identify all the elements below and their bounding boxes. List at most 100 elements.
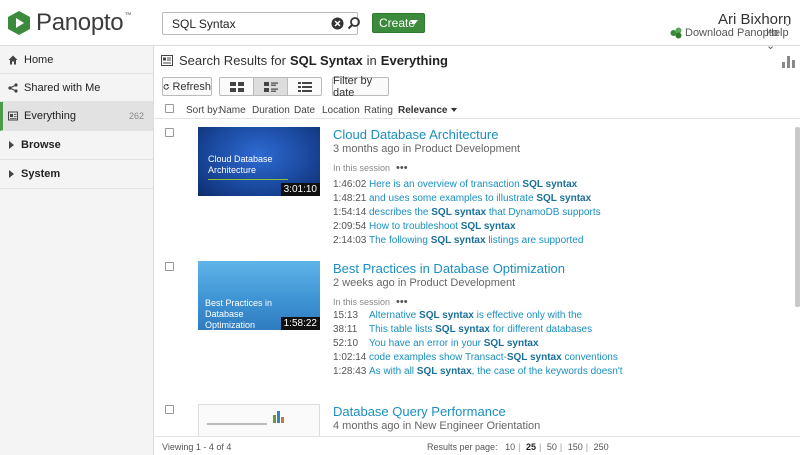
session-thumbnail[interactable] (198, 404, 320, 436)
hit-text: The following (369, 235, 431, 246)
rpp-option-10[interactable]: 10 (505, 442, 515, 452)
hit-text: is effective only with the (473, 310, 583, 321)
grid-view-icon (229, 81, 244, 92)
search-hit[interactable]: 1:28:43 As with all SQL syntax, the case … (333, 366, 623, 377)
sidebar-item-label: Home (24, 53, 54, 66)
rpp-option-150[interactable]: 150 (568, 442, 583, 452)
sort-location[interactable]: Location (322, 105, 360, 116)
result-title-link[interactable]: Best Practices in Database Optimization (333, 261, 565, 276)
download-panopto-link[interactable]: Download Panopto (670, 27, 778, 39)
refresh-button[interactable]: Refresh (162, 77, 212, 96)
results-query: SQL Syntax (289, 53, 363, 68)
search-box (162, 12, 361, 35)
list-view-button[interactable] (288, 78, 321, 95)
bar-chart-icon[interactable] (782, 56, 795, 68)
result-title-link[interactable]: Cloud Database Architecture (333, 127, 498, 142)
search-icon[interactable] (347, 16, 361, 30)
session-thumbnail[interactable]: Cloud Database Architecture 3:01:10 (198, 127, 320, 196)
filter-by-date-button[interactable]: Filter by date (332, 75, 389, 99)
more-options-icon[interactable]: ••• (396, 162, 408, 174)
hit-text: describes the (369, 207, 432, 218)
more-options-icon[interactable]: ••• (396, 296, 408, 308)
sort-bar: Sort by: Name Duration Date Location Rat… (154, 101, 800, 119)
result-checkbox[interactable] (165, 128, 174, 137)
hit-text: You have an error in your (369, 338, 484, 349)
result-checkbox[interactable] (165, 405, 174, 414)
search-result: Database Query Performance 4 months ago … (154, 404, 798, 436)
panopto-logo[interactable]: Panopto ™ (6, 9, 131, 37)
sort-relevance[interactable]: Relevance (398, 105, 458, 116)
rpp-option-25[interactable]: 25 (526, 442, 536, 452)
search-hit[interactable]: 1:48:21 and uses some examples to illustr… (333, 193, 591, 204)
panopto-logo-icon (8, 11, 30, 35)
sidebar-item-shared[interactable]: Shared with Me (0, 74, 153, 102)
sort-rating[interactable]: Rating (364, 105, 393, 116)
hit-term: SQL syntax (506, 352, 562, 363)
search-hit[interactable]: 2:09:54 How to troubleshoot SQL syntax (333, 221, 516, 232)
sidebar: Home Shared with Me Everything 262 Brows… (0, 46, 154, 455)
session-thumbnail[interactable]: Best Practices in Database Optimization … (198, 261, 320, 330)
hit-text: , the case of the keywords doesn't (471, 366, 623, 377)
thumbnail-chart-graphic (273, 409, 285, 423)
logo-trademark: ™ (124, 12, 132, 19)
duration-badge: 1:58:22 (280, 317, 320, 330)
sort-name[interactable]: Name (219, 105, 246, 116)
result-meta: 4 months ago in New Engineer Orientation (333, 420, 541, 432)
search-hit[interactable]: 52:10 You have an error in your SQL synta… (333, 338, 539, 349)
search-input[interactable] (163, 13, 323, 34)
sidebar-item-count: 262 (128, 111, 144, 121)
sidebar-item-browse[interactable]: Browse (0, 131, 153, 160)
caret-down-icon (451, 108, 458, 112)
hit-timestamp: 1:48:21 (333, 193, 367, 204)
sort-duration[interactable]: Duration (252, 105, 290, 116)
hit-text: listings are supported (485, 235, 584, 246)
hit-text: As with all (369, 366, 417, 377)
hit-term: SQL syntax (431, 207, 487, 218)
hit-text: code examples show Transact- (369, 352, 507, 363)
sidebar-item-system[interactable]: System (0, 160, 153, 189)
thumbnail-view-button[interactable] (220, 78, 254, 95)
hit-text: Alternative (369, 310, 420, 321)
search-hit[interactable]: 1:46:02 Here is an overview of transactio… (333, 179, 577, 190)
triangle-right-icon (9, 170, 14, 178)
thumbnail-accent-line (208, 179, 288, 180)
hit-term: SQL syntax (435, 324, 490, 335)
result-meta: 2 weeks ago in Product Development (333, 277, 516, 289)
sort-date[interactable]: Date (294, 105, 315, 116)
hit-term: SQL syntax (419, 310, 474, 321)
search-hit[interactable]: 1:54:14 describes the SQL syntax that Dyn… (333, 207, 601, 218)
rpp-option-50[interactable]: 50 (547, 442, 557, 452)
duration-badge: 3:01:10 (280, 183, 320, 196)
result-meta: 3 months ago in Product Development (333, 143, 521, 155)
hit-text: Here is an overview of transaction (369, 179, 523, 190)
hit-term: SQL syntax (430, 235, 486, 246)
hit-text: How to troubleshoot (369, 221, 461, 232)
sidebar-item-everything[interactable]: Everything 262 (0, 102, 153, 131)
clear-search-icon[interactable] (331, 17, 344, 30)
thumbnail-text-line (207, 423, 267, 425)
results-scrollbar[interactable] (795, 127, 800, 307)
search-hit[interactable]: 15:13 Alternative SQL syntax is effective… (333, 310, 582, 321)
sort-by-label: Sort by: (186, 105, 221, 116)
hit-timestamp: 52:10 (333, 338, 359, 349)
results-prefix: Search Results for (179, 53, 286, 68)
detail-view-button[interactable] (254, 78, 288, 95)
search-hit[interactable]: 38:11 This table lists SQL syntax for dif… (333, 324, 592, 335)
home-icon (8, 55, 18, 64)
result-title-link[interactable]: Database Query Performance (333, 404, 506, 419)
download-link-label: Download Panopto (685, 27, 778, 39)
hit-timestamp: 1:28:43 (333, 366, 367, 377)
sidebar-item-home[interactable]: Home (0, 46, 153, 74)
rpp-option-250[interactable]: 250 (594, 442, 609, 452)
hit-text: that DynamoDB supports (486, 207, 601, 218)
search-hit[interactable]: 2:14:03 The following SQL syntax listings… (333, 235, 583, 246)
help-menu[interactable]: Help ⌄ (766, 27, 800, 52)
search-hit[interactable]: 1:02:14 code examples show Transact-SQL s… (333, 352, 618, 363)
user-name[interactable]: Ari Bixhorn (718, 11, 791, 28)
share-icon (8, 82, 18, 93)
create-button[interactable]: Create (372, 13, 425, 33)
result-checkbox[interactable] (165, 262, 174, 271)
select-all-checkbox[interactable] (165, 104, 174, 113)
refresh-label: Refresh (172, 80, 211, 93)
search-result: Cloud Database Architecture 3:01:10 Clou… (154, 127, 798, 252)
